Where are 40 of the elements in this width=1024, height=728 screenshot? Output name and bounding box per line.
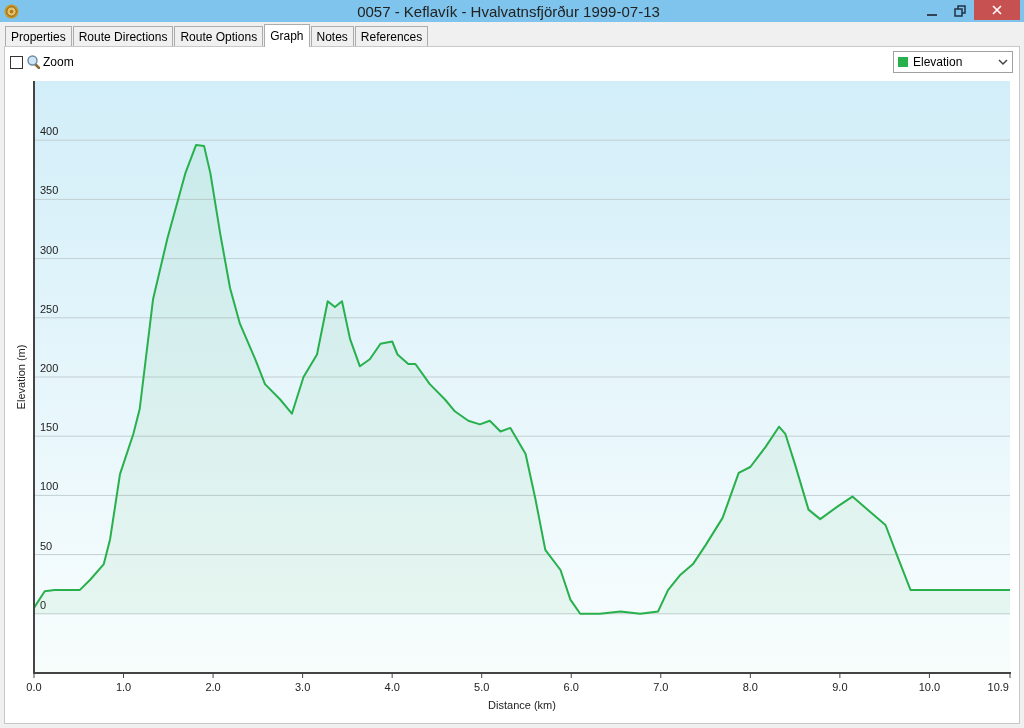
tab[interactable]: Graph — [264, 24, 310, 47]
app-icon — [4, 3, 19, 19]
axis-label: 300 — [40, 243, 59, 256]
axis-label: 1.0 — [115, 681, 132, 693]
series-dropdown[interactable]: Elevation — [893, 51, 1013, 73]
axis-label: 400 — [40, 125, 59, 138]
axis-label: 350 — [40, 184, 59, 197]
zoom-checkbox[interactable] — [10, 55, 23, 69]
zoom-label: Zoom — [43, 55, 74, 69]
window-title: 0057 - Keflavík - Hvalvatnsfjörður 1999-07-13 — [356, 2, 661, 20]
axis-label: 200 — [40, 362, 59, 374]
magnifier-icon — [27, 55, 40, 69]
axis-label: 150 — [40, 421, 59, 434]
minimize-icon — [927, 14, 937, 16]
tab[interactable]: Properties — [5, 26, 72, 46]
tab[interactable]: References — [354, 26, 429, 46]
tab[interactable]: Notes — [310, 26, 354, 46]
axis-label: 9.0 — [832, 681, 848, 693]
close-button[interactable] — [974, 0, 1020, 20]
axis-title: Distance (km) — [488, 699, 556, 711]
axis-label: 250 — [40, 302, 59, 315]
axis-label: 8.0 — [742, 681, 758, 693]
axis-title: Elevation (m) — [15, 344, 27, 410]
axis-label: 50 — [40, 539, 53, 552]
axis-label: 6.0 — [563, 681, 579, 693]
axis-label: 5.0 — [474, 681, 490, 693]
axis-label: 0 — [40, 598, 47, 611]
axis-label: 2.0 — [205, 681, 221, 693]
chevron-icon — [998, 58, 1008, 66]
tab[interactable]: Route Directions — [72, 26, 174, 46]
axis-label: 3.0 — [295, 681, 311, 693]
close-icon — [991, 4, 1003, 16]
axis-label: 0.0 — [26, 681, 42, 693]
axis-label: 4.0 — [384, 681, 400, 693]
axis-label: 10.0 — [918, 681, 941, 693]
axis-label: 10.9 — [987, 681, 1009, 693]
tab[interactable]: Route Options — [174, 26, 264, 46]
axis-label: 100 — [40, 480, 59, 493]
restore-icon — [954, 5, 966, 17]
axis-label: 7.0 — [653, 681, 669, 693]
